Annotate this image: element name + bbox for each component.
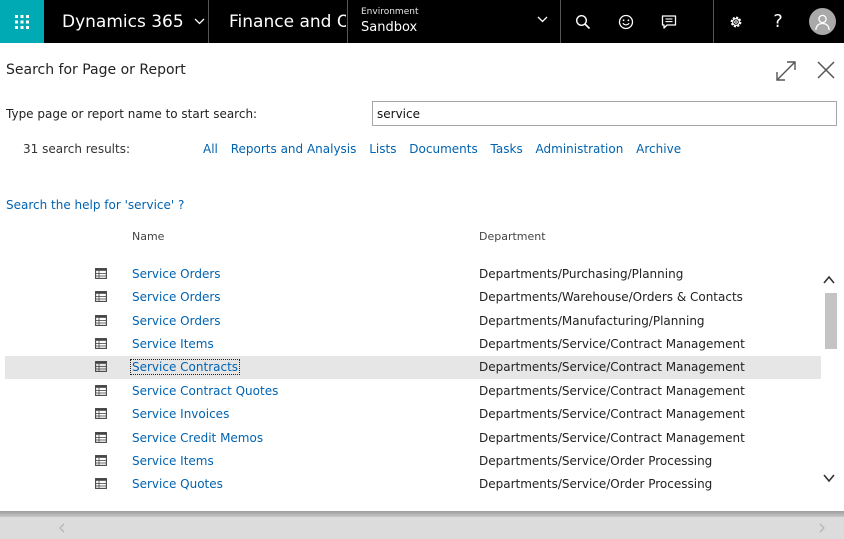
list-page-icon [95, 455, 107, 466]
list-item[interactable]: Service Orders Departments/Manufacturing/… [5, 310, 821, 333]
result-department: Departments/Service/Contract Management [479, 360, 745, 374]
filter-all[interactable]: All [203, 142, 218, 156]
scroll-down-icon[interactable] [821, 471, 837, 485]
filter-tasks[interactable]: Tasks [491, 142, 523, 156]
app-launcher-button[interactable] [0, 0, 44, 43]
result-name-link[interactable]: Service Items [131, 337, 215, 351]
result-department: Departments/Service/Order Processing [479, 477, 713, 491]
list-item[interactable]: Service Orders Departments/Purchasing/Pla… [5, 263, 821, 286]
dialog-title: Search for Page or Report [6, 62, 186, 78]
scroll-up-icon[interactable] [821, 273, 837, 287]
top-bar: Dynamics 365 Finance and Op Environment … [0, 0, 844, 43]
gear-icon [730, 16, 741, 27]
results-count: 31 search results: [23, 142, 131, 156]
horizontal-scroll-bar[interactable] [0, 517, 844, 539]
list-item[interactable]: Service Quotes Departments/Service/Order … [5, 473, 821, 496]
app-name-label: Finance and Op [229, 11, 346, 32]
result-name-link[interactable]: Service Invoices [131, 407, 230, 421]
result-department: Departments/Service/Contract Management [479, 337, 745, 351]
settings-button[interactable] [713, 0, 757, 43]
close-icon[interactable] [815, 59, 837, 81]
help-search-link[interactable]: Search the help for 'service' ? [6, 198, 184, 212]
smile-button[interactable] [605, 0, 647, 43]
result-department: Departments/Service/Contract Management [479, 431, 745, 445]
list-item[interactable]: Service Orders Departments/Warehouse/Orde… [5, 286, 821, 309]
brand-menu[interactable]: Dynamics 365 [44, 0, 209, 43]
result-department: Departments/Manufacturing/Planning [479, 314, 705, 328]
expand-icon[interactable] [774, 59, 798, 83]
list-page-icon [95, 291, 107, 302]
search-icon [575, 14, 591, 29]
filter-links: All Reports and Analysis Lists Documents… [203, 142, 690, 156]
list-page-icon [95, 478, 107, 489]
result-name-link[interactable]: Service Orders [131, 267, 222, 281]
list-item[interactable]: Service Credit Memos Departments/Service/… [5, 427, 821, 450]
filter-archive[interactable]: Archive [636, 142, 681, 156]
result-name-link[interactable]: Service Orders [131, 314, 222, 328]
result-name-link[interactable]: Service Items [131, 454, 215, 468]
chevron-down-icon [537, 16, 548, 23]
result-department: Departments/Service/Contract Management [479, 407, 745, 421]
filter-documents[interactable]: Documents [409, 142, 477, 156]
list-item[interactable]: Service Items Departments/Service/Contrac… [5, 333, 821, 356]
result-department: Departments/Warehouse/Orders & Contacts [479, 290, 743, 304]
result-department: Departments/Service/Order Processing [479, 454, 713, 468]
vertical-scrollbar[interactable] [821, 263, 837, 496]
result-name-link[interactable]: Service Contract Quotes [131, 384, 279, 398]
feedback-icon [661, 14, 677, 29]
scroll-right-icon[interactable] [818, 522, 826, 534]
list-page-icon [95, 408, 107, 419]
list-item[interactable]: Service Contract Quotes Departments/Servi… [5, 380, 821, 403]
search-input[interactable] [372, 101, 837, 126]
search-label: Type page or report name to start search… [6, 107, 258, 121]
avatar [808, 8, 836, 35]
list-page-icon [95, 432, 107, 443]
chevron-down-icon [194, 18, 205, 25]
list-page-icon [95, 315, 107, 326]
list-page-icon [95, 268, 107, 279]
results-list: Service Orders Departments/Purchasing/Pla… [5, 263, 821, 496]
app-name: Finance and Op [210, 0, 346, 43]
list-item[interactable]: Service Contracts Departments/Service/Con… [5, 356, 821, 379]
column-header-name: Name [132, 230, 165, 243]
search-button[interactable] [562, 0, 604, 43]
result-department: Departments/Purchasing/Planning [479, 267, 684, 281]
environment-value: Sandbox [361, 20, 418, 35]
environment-label: Environment [361, 7, 419, 17]
list-page-icon [95, 385, 107, 396]
result-name-link[interactable]: Service Contracts [129, 359, 241, 375]
filter-lists[interactable]: Lists [369, 142, 396, 156]
result-name-link[interactable]: Service Orders [131, 290, 222, 304]
user-avatar-button[interactable] [801, 0, 843, 43]
list-page-icon [95, 338, 107, 349]
filter-reports-and-analysis[interactable]: Reports and Analysis [231, 142, 357, 156]
scroll-left-icon[interactable] [58, 522, 66, 534]
user-icon [814, 14, 830, 30]
brand-label: Dynamics 365 [62, 11, 184, 32]
app-launcher-icon [15, 14, 29, 29]
environment-picker[interactable]: Environment Sandbox [347, 0, 561, 43]
list-page-icon [95, 361, 107, 372]
scroll-track[interactable] [823, 293, 837, 468]
scroll-thumb[interactable] [825, 293, 837, 349]
feedback-button[interactable] [648, 0, 690, 43]
list-item[interactable]: Service Invoices Departments/Service/Cont… [5, 403, 821, 426]
column-header-department: Department [479, 230, 546, 243]
result-name-link[interactable]: Service Quotes [131, 477, 224, 491]
result-department: Departments/Service/Contract Management [479, 384, 745, 398]
smile-icon [618, 14, 634, 29]
help-button[interactable]: ? [757, 0, 799, 43]
help-icon: ? [773, 11, 783, 32]
result-name-link[interactable]: Service Credit Memos [131, 431, 264, 445]
filter-administration[interactable]: Administration [536, 142, 624, 156]
list-item[interactable]: Service Items Departments/Service/Order P… [5, 450, 821, 473]
